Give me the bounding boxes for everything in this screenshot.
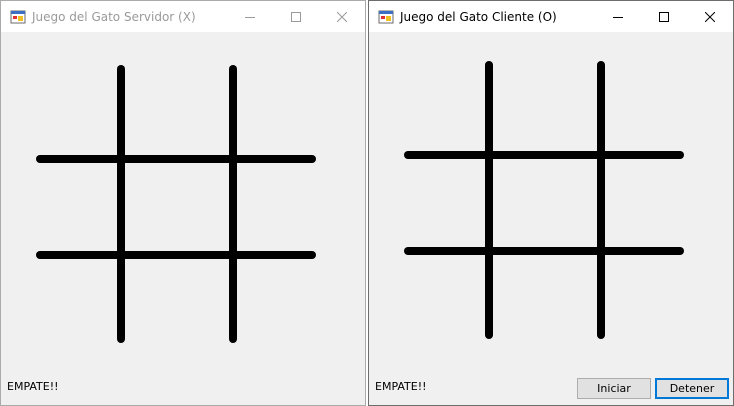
maximize-button[interactable] [641, 1, 687, 32]
minimize-button[interactable] [227, 1, 273, 32]
status-label: EMPATE!! [7, 380, 59, 393]
minimize-icon [613, 16, 623, 18]
window-title: Juego del Gato Servidor (X) [32, 10, 196, 24]
window-title: Juego del Gato Cliente (O) [400, 10, 557, 24]
client-window: Juego del Gato Cliente (O) EMPATE!! Inic… [368, 0, 734, 406]
maximize-button[interactable] [273, 1, 319, 32]
minimize-button[interactable] [595, 1, 641, 32]
status-label: EMPATE!! [375, 380, 427, 393]
title-bar[interactable]: Juego del Gato Servidor (X) [1, 1, 365, 32]
app-icon [378, 9, 394, 25]
server-window: Juego del Gato Servidor (X) EMPATE!! [0, 0, 366, 406]
start-button[interactable]: Iniciar [577, 378, 651, 399]
minimize-icon [245, 16, 255, 18]
close-icon [705, 11, 715, 22]
maximize-icon [659, 11, 669, 22]
close-icon [337, 11, 347, 22]
stop-button[interactable]: Detener [655, 378, 729, 399]
close-button[interactable] [319, 1, 365, 32]
app-icon [10, 9, 26, 25]
tic-tac-toe-board[interactable] [404, 61, 686, 343]
title-bar[interactable]: Juego del Gato Cliente (O) [369, 1, 733, 32]
close-button[interactable] [687, 1, 733, 32]
tic-tac-toe-board[interactable] [36, 65, 318, 347]
maximize-icon [291, 11, 301, 22]
